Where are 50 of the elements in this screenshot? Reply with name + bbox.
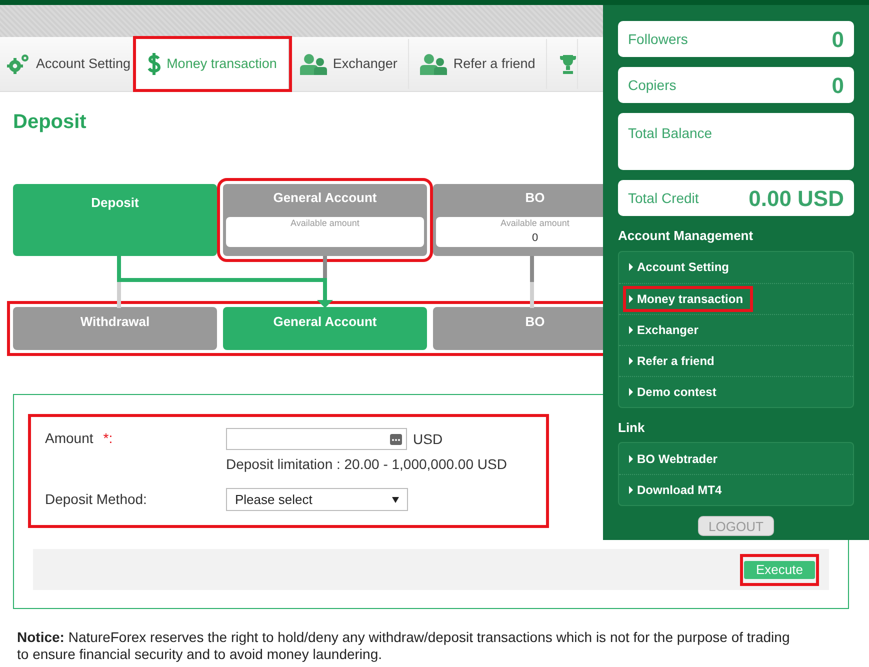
- menu-item[interactable]: Demo contest: [629, 382, 720, 400]
- stat-label: Followers: [628, 30, 688, 48]
- caret-icon: [629, 326, 633, 334]
- people-icon: [300, 53, 327, 75]
- deposit-method-select[interactable]: Please select: [226, 488, 408, 511]
- amount-caption: Available amount: [500, 216, 570, 230]
- card-title: Deposit: [91, 194, 139, 212]
- people-icon: [420, 53, 448, 75]
- link-item[interactable]: BO Webtrader: [629, 450, 718, 468]
- trophy-icon: [559, 54, 578, 74]
- caret-icon: [629, 263, 633, 271]
- tab[interactable]: Money transaction: [136, 39, 289, 89]
- link-item[interactable]: Download MT4: [629, 481, 722, 499]
- connector-line: [529, 256, 535, 308]
- gears-icon: [6, 53, 30, 75]
- account-card[interactable]: General Account Available amount: [223, 184, 427, 256]
- caret-icon: [629, 388, 633, 396]
- menu-item[interactable]: Account Setting: [629, 258, 733, 276]
- notice-text: Notice: NatureForex reserves the right to hold/deny any withdraw/deposit transactions which is not for the purpose of trading to ensure financial security and to avoid money laundering.: [16, 629, 791, 663]
- keypad-icon: [390, 434, 402, 444]
- menu-item[interactable]: Refer a friend: [629, 352, 718, 370]
- caret-icon: [629, 294, 633, 302]
- stat-label: Copiers: [628, 76, 676, 95]
- required-mark: *:: [103, 429, 113, 448]
- card-title: General Account: [273, 189, 377, 207]
- tab[interactable]: Exchanger: [288, 39, 410, 89]
- stat-value: 0: [832, 72, 844, 100]
- deposit-limitation: Deposit limitation : 20.00 - 1,000,000.00 USD: [226, 455, 507, 474]
- target-card[interactable]: General Account: [223, 307, 427, 350]
- menu-item[interactable]: Money transaction: [629, 290, 748, 308]
- currency-label: USD: [413, 430, 443, 448]
- dropdown-icon: [392, 496, 399, 502]
- section-title: Link: [618, 418, 645, 436]
- stat-value: 0.00 USD: [748, 184, 844, 212]
- target-card[interactable]: Withdrawal: [13, 307, 217, 350]
- page-title: Deposit: [13, 110, 86, 134]
- stat-value: 0: [832, 26, 844, 54]
- stat-label: Total Balance: [628, 124, 712, 143]
- amount-value: 0: [532, 231, 538, 246]
- amount-caption: Available amount: [290, 216, 360, 230]
- tab[interactable]: Refer a friend: [409, 39, 548, 89]
- caret-icon: [629, 486, 633, 494]
- dollar-icon: [146, 52, 161, 76]
- amount-field[interactable]: [226, 428, 407, 450]
- deposit-method-label: Deposit Method:: [45, 490, 148, 509]
- account-card[interactable]: Deposit: [13, 184, 217, 256]
- caret-icon: [629, 356, 633, 364]
- caret-icon: [629, 454, 633, 462]
- card-title: BO: [525, 189, 545, 207]
- amount-label: Amount: [45, 429, 94, 448]
